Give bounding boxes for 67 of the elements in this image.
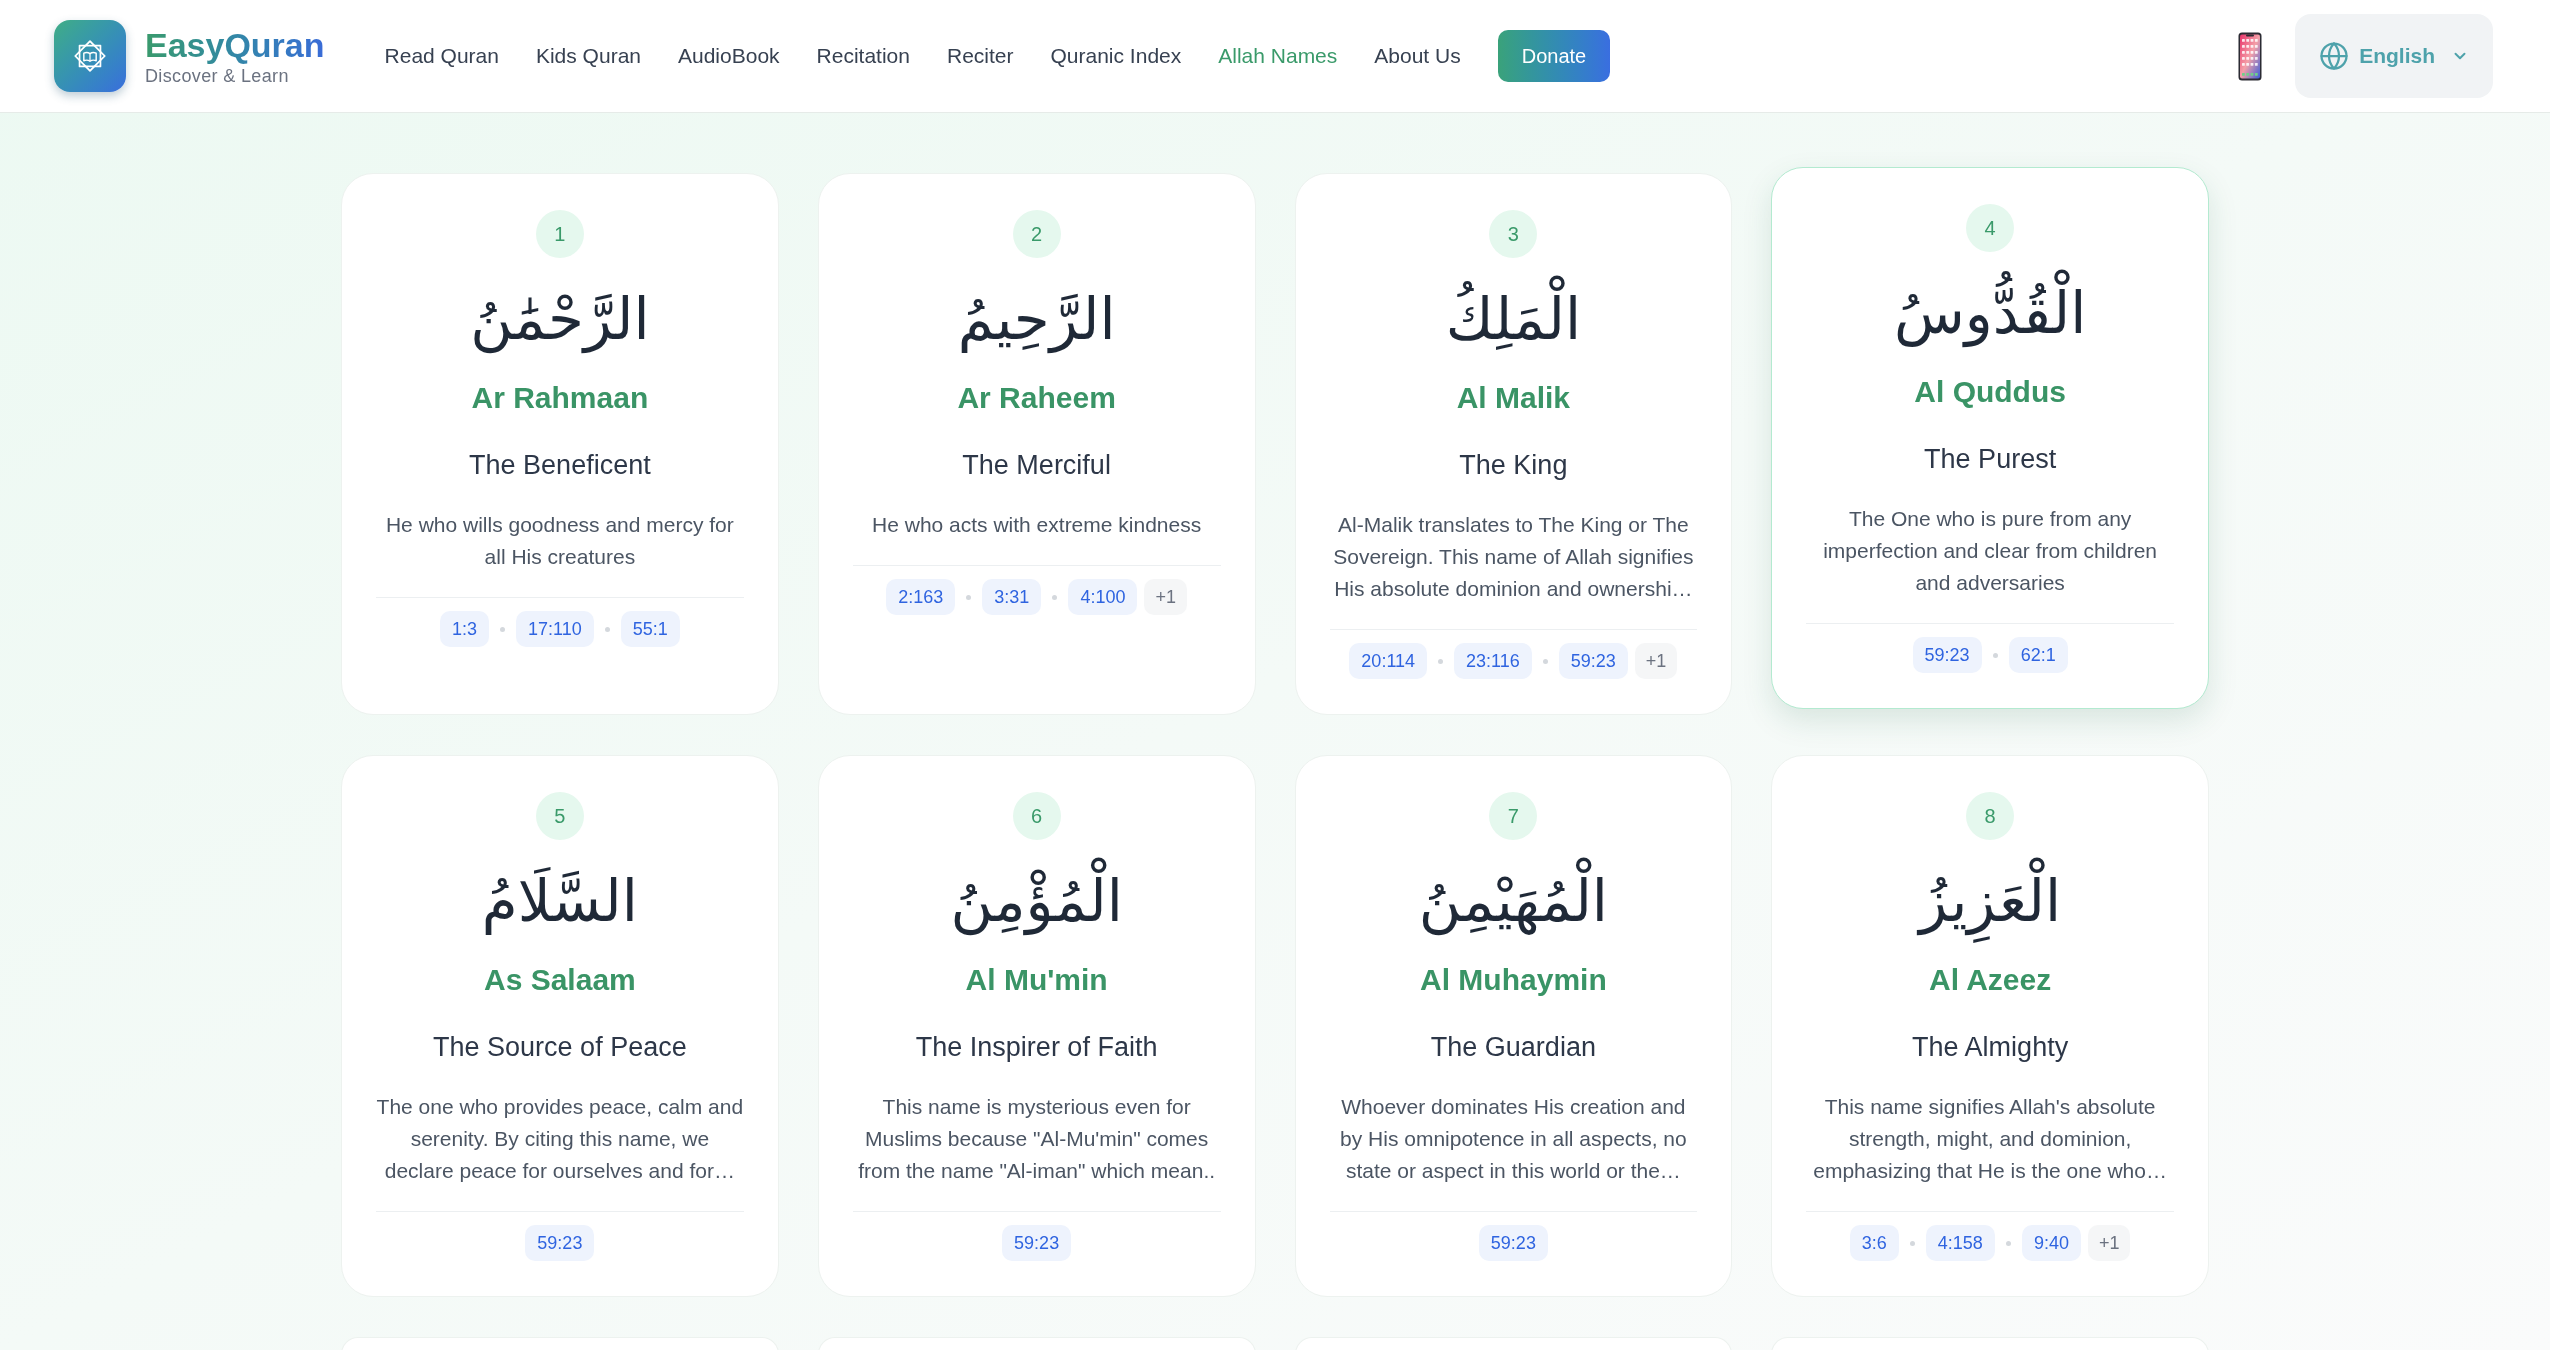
verse-reference-link[interactable]: 2:163 bbox=[886, 579, 956, 615]
nav-link[interactable]: Read Quran bbox=[384, 40, 499, 72]
verse-reference-link[interactable]: 23:116 bbox=[1454, 643, 1532, 679]
language-selector[interactable]: English bbox=[2295, 14, 2493, 98]
verse-reference-link[interactable]: 4:100 bbox=[1068, 579, 1138, 615]
number-badge: 2 bbox=[1012, 210, 1061, 258]
meaning: The Merciful bbox=[962, 449, 1111, 482]
more-references-link[interactable]: +1 bbox=[1144, 579, 1187, 615]
number-badge: 6 bbox=[1012, 792, 1061, 840]
nav-link[interactable]: Quranic Index bbox=[1050, 40, 1182, 72]
more-references-link[interactable]: +1 bbox=[2087, 1225, 2131, 1261]
description: He who acts with extreme kindness bbox=[871, 512, 1203, 538]
nav-link[interactable]: Allah Names bbox=[1218, 40, 1338, 72]
description: The one who provides peace, calm and serenity. By citing this name, we declare peace for ourselves and for… bbox=[375, 1094, 745, 1184]
nav-link[interactable]: Recitation bbox=[816, 40, 910, 72]
description: Whoever dominates His creation and by His omnipotence in all aspects, no state or aspect in this world or the… bbox=[1339, 1094, 1688, 1184]
verse-reference-link[interactable]: 55:1 bbox=[620, 611, 680, 647]
description: He who wills goodness and mercy for all His creatures bbox=[384, 512, 735, 570]
transliteration: Al Mu'min bbox=[965, 962, 1108, 998]
transliteration: Ar Rahmaan bbox=[471, 380, 649, 416]
description: Al-Malik translates to The King or The Sovereign. This name of Allah signifies His absolute dominion and ownershi… bbox=[1332, 512, 1695, 602]
verse-reference-link[interactable]: 59:23 bbox=[1912, 637, 1982, 673]
verse-reference-link[interactable]: 59:23 bbox=[1002, 1225, 1072, 1261]
verse-reference-link[interactable]: 17:110 bbox=[516, 611, 594, 647]
transliteration: Al Quddus bbox=[1914, 374, 2066, 410]
nav-link[interactable]: Kids Quran bbox=[535, 40, 641, 72]
transliteration: As Salaam bbox=[484, 962, 636, 998]
number-badge: 7 bbox=[1489, 792, 1538, 840]
verse-reference-link[interactable]: 59:23 bbox=[1558, 643, 1628, 679]
transliteration: Al Malik bbox=[1456, 380, 1571, 416]
meaning: The King bbox=[1459, 449, 1568, 482]
logo-icon[interactable] bbox=[54, 20, 126, 92]
verse-reference-link[interactable]: 1:3 bbox=[439, 611, 489, 647]
verse-reference-link[interactable]: 59:23 bbox=[1478, 1225, 1548, 1261]
description: This name is mysterious even for Muslims because "Al-Mu'min" comes from the name "Al-iman" which mean.. bbox=[857, 1094, 1217, 1184]
number-badge: 4 bbox=[1966, 204, 2015, 252]
verse-reference-link[interactable]: 59:23 bbox=[525, 1225, 595, 1261]
meaning: The Source of Peace bbox=[433, 1031, 687, 1064]
number-badge: 8 bbox=[1966, 792, 2015, 840]
transliteration: Al Muhaymin bbox=[1420, 962, 1607, 998]
nav-link[interactable]: Reciter bbox=[946, 40, 1014, 72]
nav-link[interactable]: AudioBook bbox=[678, 40, 780, 72]
arabic-name: السَّلَامُ bbox=[481, 865, 638, 937]
verse-reference-link[interactable]: 3:31 bbox=[982, 579, 1042, 615]
verse-reference-link[interactable]: 3:6 bbox=[1849, 1225, 1899, 1261]
meaning: The Beneficent bbox=[469, 449, 651, 482]
brand-tagline: Discover & Learn bbox=[145, 65, 290, 87]
meaning: The Almighty bbox=[1912, 1031, 2069, 1064]
donate-button[interactable]: Donate bbox=[1497, 30, 1611, 82]
transliteration: Al Azeez bbox=[1929, 962, 2052, 998]
description: This name signifies Allah's absolute strength, might, and dominion, emphasizing that He is the one who… bbox=[1812, 1094, 2168, 1184]
smartphone-icon[interactable] bbox=[2238, 31, 2263, 81]
meaning: The Inspirer of Faith bbox=[915, 1031, 1158, 1064]
meaning: The Guardian bbox=[1430, 1031, 1596, 1064]
nav-link[interactable]: About Us bbox=[1374, 40, 1461, 72]
verse-reference-link[interactable]: 9:40 bbox=[2021, 1225, 2081, 1261]
transliteration: Ar Raheem bbox=[957, 380, 1116, 416]
number-badge: 3 bbox=[1489, 210, 1538, 258]
verse-reference-link[interactable]: 62:1 bbox=[2008, 637, 2068, 673]
number-badge: 1 bbox=[535, 210, 584, 258]
number-badge: 5 bbox=[535, 792, 584, 840]
verse-reference-link[interactable]: 20:114 bbox=[1349, 643, 1428, 679]
more-references-link[interactable]: +1 bbox=[1634, 643, 1678, 679]
verse-reference-link[interactable]: 4:158 bbox=[1925, 1225, 1995, 1261]
globe-icon bbox=[2319, 41, 2350, 71]
meaning: The Purest bbox=[1924, 443, 2057, 476]
description: The One who is pure from any imperfection and clear from children and adversaries bbox=[1822, 506, 2159, 596]
